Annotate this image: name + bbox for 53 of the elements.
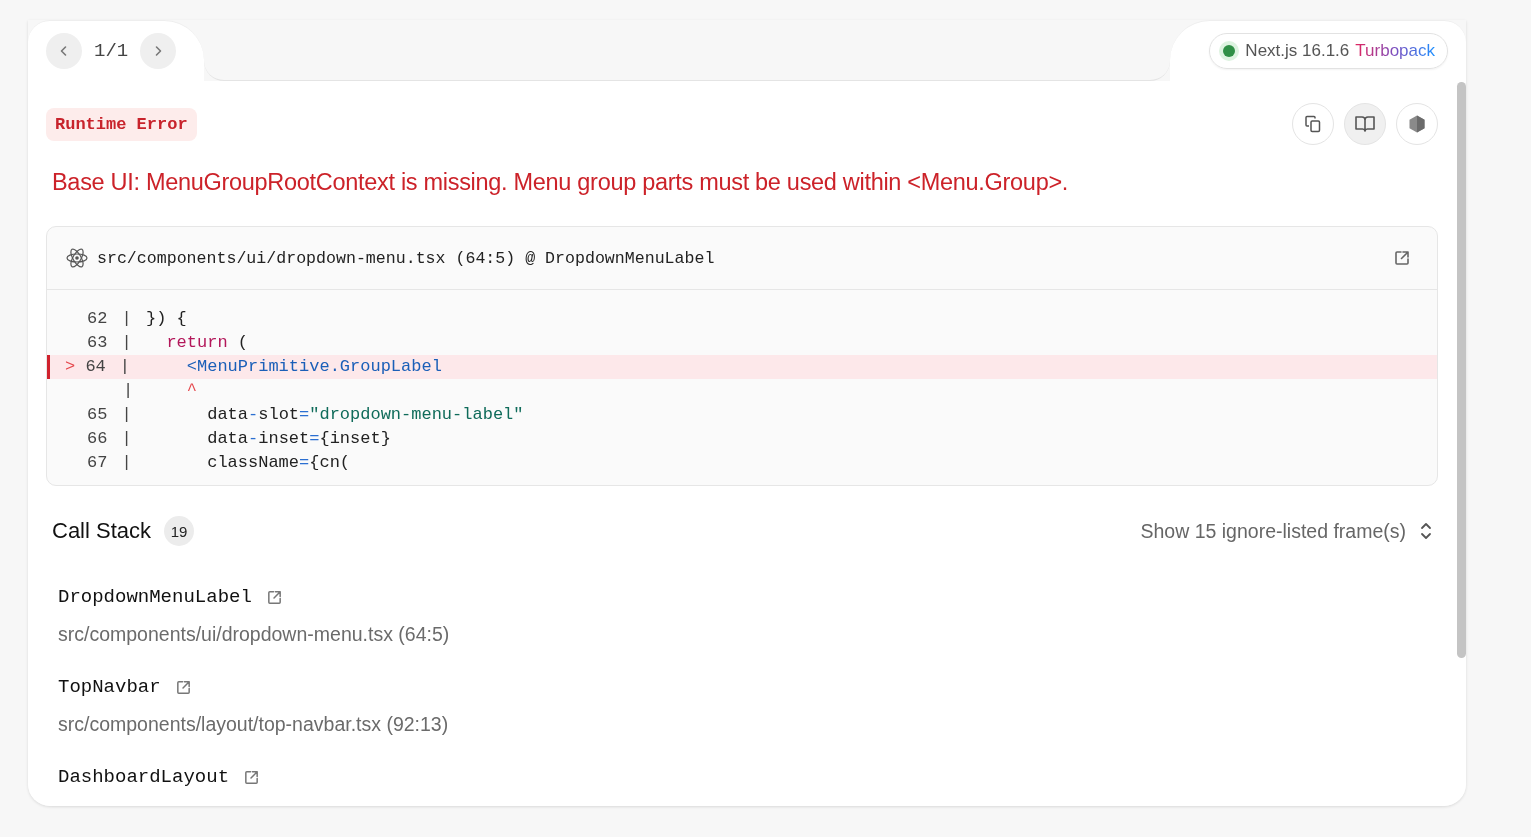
external-link-icon (1393, 249, 1411, 267)
gutter-separator: | (121, 452, 132, 474)
node-button[interactable] (1396, 103, 1438, 145)
code-line: <MenuPrimitive.GroupLabel (185, 356, 442, 378)
error-line-marker: > (65, 356, 77, 378)
status-dot (1219, 41, 1240, 61)
gutter-separator: | (121, 404, 132, 426)
gutter-separator: | (121, 428, 132, 450)
file-path: src/components/ui/dropdown-menu.tsx (64:5) @ DropdownMenuLabel (97, 248, 716, 268)
gutter-separator: | (121, 332, 132, 354)
hexagon-icon (1407, 114, 1427, 134)
scrollbar[interactable] (1457, 82, 1466, 658)
version-label: Next.js 16.1.6 (1245, 41, 1350, 61)
react-atom-icon (65, 246, 89, 270)
code-line: }) { (145, 308, 187, 330)
code-line: data-slot="dropdown-menu-label" (206, 404, 524, 426)
external-link-icon (265, 588, 283, 606)
error-caret: ^ (185, 380, 197, 402)
line-number: 64 (85, 356, 106, 378)
frame-name: DropdownMenuLabel (58, 586, 252, 608)
gutter-separator: | (121, 308, 132, 330)
count-badge: 19 (164, 516, 195, 546)
code-line: className={cn( (206, 452, 351, 474)
external-link-icon (174, 678, 192, 696)
frame-location: src/components/ui/dropdown-menu.tsx (64:5) (58, 623, 451, 646)
frame-name: DashboardLayout (58, 766, 230, 788)
error-type-badge: Runtime Error (46, 107, 197, 141)
frame-location: src/components/layout/top-navbar.tsx (92:13) (58, 713, 450, 736)
docs-button[interactable] (1344, 103, 1386, 145)
section-title: Call Stack (52, 518, 152, 544)
open-in-editor-button[interactable] (1393, 249, 1411, 267)
code-line: data-inset={inset} (206, 428, 391, 450)
copy-icon (1303, 114, 1323, 134)
line-number: 63 (87, 332, 108, 354)
chevron-up-down-icon (1418, 520, 1434, 542)
frame-name: TopNavbar (58, 676, 161, 698)
external-link-icon (243, 768, 261, 786)
line-number: 66 (87, 428, 108, 450)
line-number: 62 (87, 308, 108, 330)
error-message: Base UI: MenuGroupRootContext is missing. Menu group parts must be used within <Menu.Group>. (52, 169, 1070, 196)
error-counter: 1/1 (94, 40, 129, 62)
line-number: 67 (87, 452, 108, 474)
gutter-separator: | (123, 380, 134, 402)
gutter-separator: | (119, 356, 130, 378)
book-icon (1354, 114, 1376, 134)
line-number: 65 (87, 404, 108, 426)
open-in-editor-button[interactable] (265, 588, 283, 606)
copy-button[interactable] (1292, 103, 1334, 145)
code-line: return ( (165, 332, 249, 354)
open-in-editor-button[interactable] (243, 768, 261, 786)
open-in-editor-button[interactable] (174, 678, 192, 696)
ignore-listed-toggle[interactable]: Show 15 ignore-listed frame(s) (1140, 519, 1434, 543)
bundler-label: Turbopack (1355, 41, 1435, 61)
